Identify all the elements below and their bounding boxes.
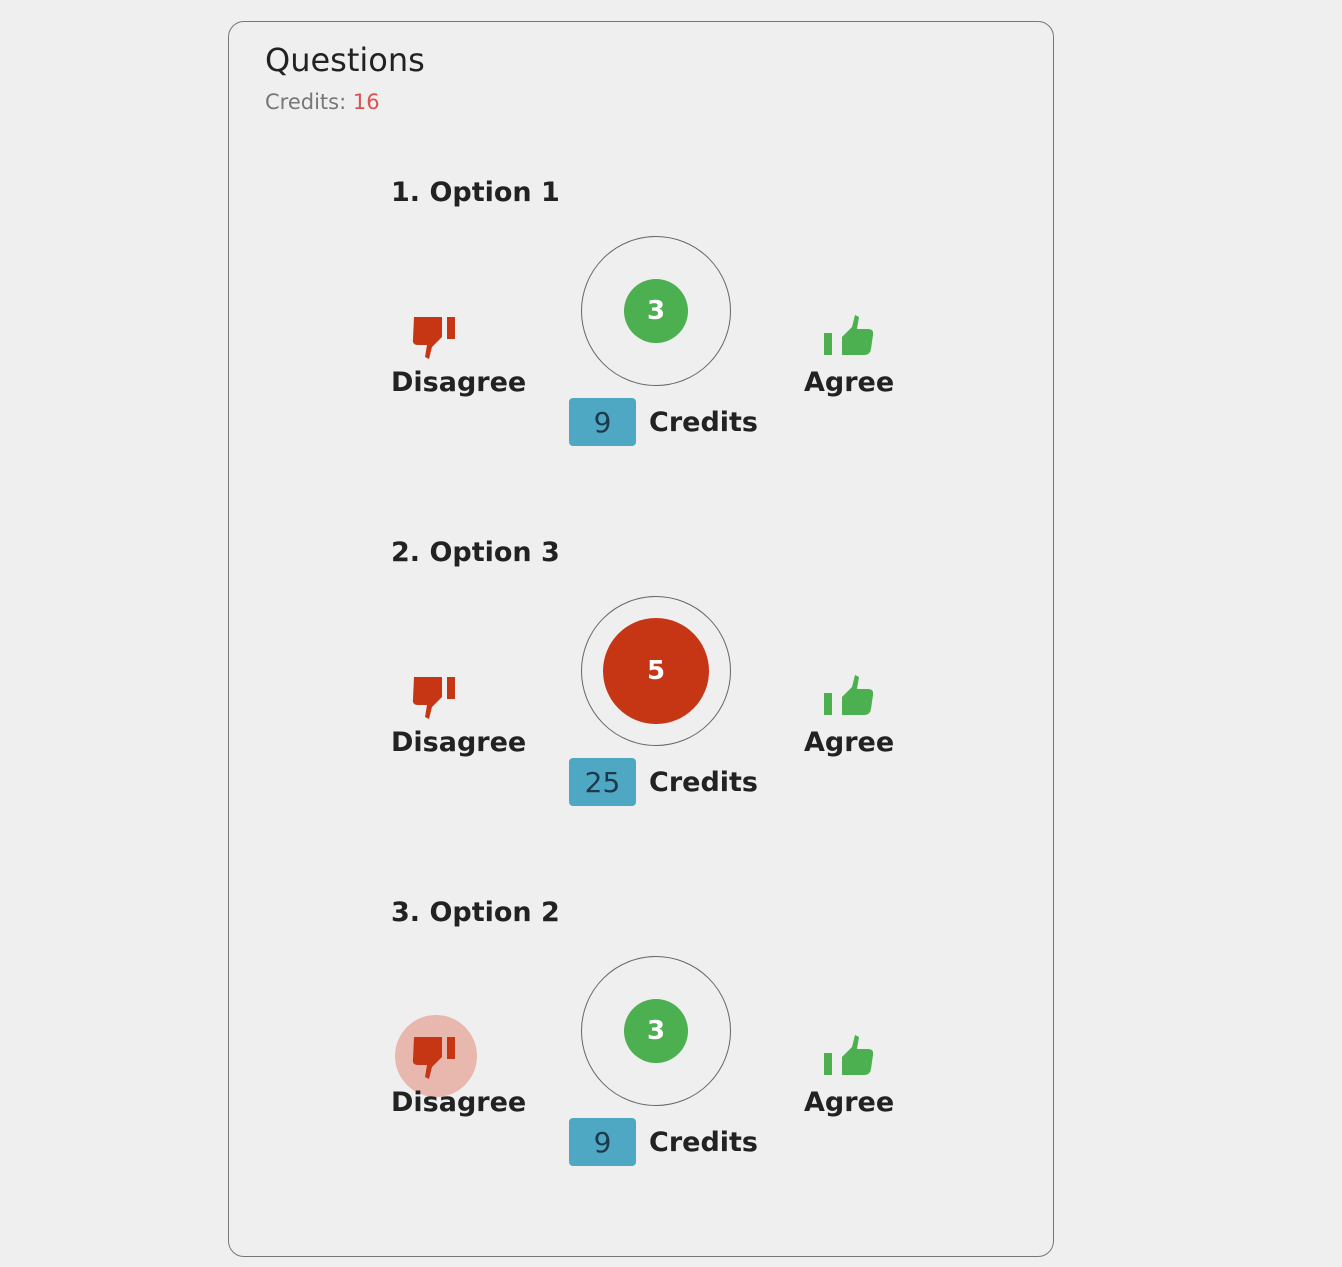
- vote-meter: 3: [581, 956, 731, 1106]
- page-title: Questions: [265, 41, 425, 79]
- credits-label: Credits:: [265, 90, 347, 114]
- vote-count: 3: [624, 999, 688, 1063]
- agree-button[interactable]: Agree: [804, 295, 944, 425]
- question-title: 3. Option 2: [391, 897, 560, 928]
- disagree-label: Disagree: [391, 367, 527, 398]
- remaining-credits: Credits: 16: [265, 88, 380, 116]
- credits-badge: 9: [569, 398, 636, 446]
- vote-count: 5: [603, 618, 709, 724]
- question-1: 1. Option 1 Disagree 3 9 Credits Agree: [391, 175, 931, 465]
- question-title: 1. Option 1: [391, 177, 560, 208]
- vote-meter: 3: [581, 236, 731, 386]
- credits-badge: 25: [569, 758, 636, 806]
- credits-cost: 9 Credits: [569, 398, 758, 446]
- credits-unit: Credits: [649, 766, 759, 798]
- credits-cost: 9 Credits: [569, 1118, 758, 1166]
- vote-meter: 5: [581, 596, 731, 746]
- credits-unit: Credits: [649, 1126, 759, 1158]
- agree-button[interactable]: Agree: [804, 655, 944, 785]
- credits-unit: Credits: [649, 406, 759, 438]
- agree-button[interactable]: Agree: [804, 1015, 944, 1145]
- vote-count: 3: [624, 279, 688, 343]
- agree-label: Agree: [804, 727, 895, 758]
- agree-label: Agree: [804, 1087, 895, 1118]
- question-3: 3. Option 2 Disagree 3 9 Credits Agree: [391, 895, 931, 1185]
- disagree-label: Disagree: [391, 727, 527, 758]
- question-2: 2. Option 3 Disagree 5 25 Credits Agree: [391, 535, 931, 825]
- agree-label: Agree: [804, 367, 895, 398]
- credits-cost: 25 Credits: [569, 758, 758, 806]
- questions-card: Questions Credits: 16 1. Option 1 Disagr…: [228, 21, 1054, 1257]
- credits-badge: 9: [569, 1118, 636, 1166]
- disagree-button[interactable]: Disagree: [391, 1015, 531, 1145]
- disagree-button[interactable]: Disagree: [391, 655, 531, 785]
- disagree-button[interactable]: Disagree: [391, 295, 531, 425]
- disagree-label: Disagree: [391, 1087, 527, 1118]
- credits-value: 16: [352, 90, 380, 114]
- question-title: 2. Option 3: [391, 537, 560, 568]
